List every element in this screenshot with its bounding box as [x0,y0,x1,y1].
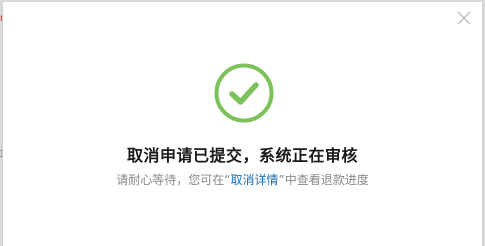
close-icon [457,11,471,25]
dialog-title: 取消申请已提交，系统正在审核 [126,146,358,165]
dialog-message: 请耐心等待，您可在“取消详情”中查看退款进度 [3,171,482,188]
close-button[interactable] [456,10,472,26]
message-suffix: ”中查看退款进度 [278,173,369,187]
cancel-result-dialog: 取消申请已提交，系统正在审核 请耐心等待，您可在“取消详情”中查看退款进度 [2,2,483,246]
message-prefix: 请耐心等待，您可在“ [116,173,231,187]
check-circle-icon [214,63,274,123]
cancel-details-link[interactable]: 取消详情 [230,173,278,187]
